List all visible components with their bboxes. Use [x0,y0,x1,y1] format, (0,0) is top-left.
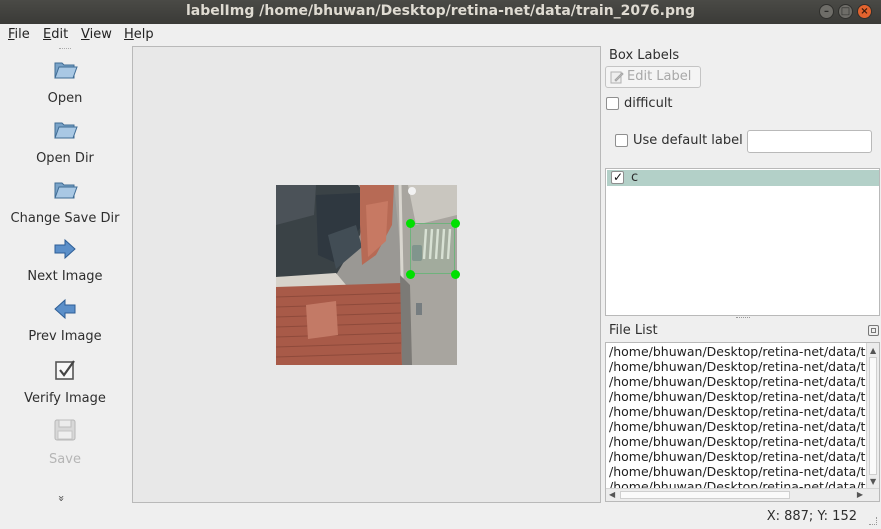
menu-file-label: ile [14,27,30,42]
change-save-dir-button[interactable]: Change Save Dir [0,176,130,228]
box-labels-title: Box Labels [609,48,680,63]
scroll-up-icon[interactable]: ▲ [870,346,876,355]
label-list[interactable]: ✓ c [605,168,880,316]
verify-image-button[interactable]: Verify Image [0,357,130,409]
file-list-title: File List [609,323,658,338]
menu-help-label: elp [133,27,154,42]
next-image-button[interactable]: Next Image [0,236,130,288]
horizontal-scrollbar[interactable]: ◀ ▶ [606,488,879,501]
list-item[interactable]: /home/bhuwan/Desktop/retina-net/data/tra [609,449,878,464]
edit-icon [610,71,624,84]
prev-image-label: Prev Image [28,329,102,344]
open-button[interactable]: Open [0,56,130,108]
scroll-left-icon[interactable]: ◀ [609,490,615,499]
float-dock-icon[interactable] [868,325,879,336]
default-label-input[interactable] [747,130,872,153]
verify-image-label: Verify Image [24,391,106,406]
difficult-checkbox[interactable] [606,97,619,110]
menu-help[interactable]: Help [124,27,154,42]
menu-edit[interactable]: Edit [43,27,68,42]
open-dir-button[interactable]: Open Dir [0,116,130,168]
splitter-handle[interactable] [736,317,750,320]
list-item[interactable]: /home/bhuwan/Desktop/retina-net/data/tra [609,434,878,449]
menu-view[interactable]: View [81,27,112,42]
prev-image-button[interactable]: Prev Image [0,296,130,348]
list-item[interactable]: /home/bhuwan/Desktop/retina-net/data/tra [609,359,878,374]
scroll-down-icon[interactable]: ▼ [870,477,876,486]
checkbox-icon [55,360,75,380]
floppy-disk-icon [54,419,76,441]
menu-file[interactable]: File [8,27,30,42]
use-default-label-checkbox[interactable] [615,134,628,147]
list-item[interactable]: /home/bhuwan/Desktop/retina-net/data/tra [609,374,878,389]
menu-help-mnemonic: H [124,27,134,42]
aerial-image [276,185,457,365]
folder-open-icon [54,62,78,79]
list-item[interactable]: /home/bhuwan/Desktop/retina-net/data/tra [609,344,878,359]
bbox-handle-top-right[interactable] [451,219,460,228]
use-default-label-text: Use default label [633,133,743,148]
next-image-label: Next Image [27,269,103,284]
image-canvas[interactable] [132,46,601,503]
bbox-handle-bottom-right[interactable] [451,270,460,279]
list-item[interactable]: /home/bhuwan/Desktop/retina-net/data/tra [609,464,878,479]
list-item[interactable]: ✓ c [607,170,879,186]
arrow-right-icon [54,238,76,260]
menu-bar: File Edit View Help [0,24,881,46]
list-item[interactable]: /home/bhuwan/Desktop/retina-net/data/tra [609,419,878,434]
scrollbar-thumb[interactable] [869,357,877,475]
save-button[interactable]: Save [0,417,130,469]
title-bar: – □ × labelImg /home/bhuwan/Desktop/reti… [0,0,881,24]
edit-label-text: Edit Label [627,69,692,84]
edit-label-button[interactable]: Edit Label [605,66,701,88]
arrow-left-icon [54,298,76,320]
horizontal-scrollbar-thumb[interactable] [620,491,790,499]
change-save-dir-label: Change Save Dir [10,211,120,226]
menu-view-mnemonic: V [81,27,90,42]
menu-edit-label: dit [51,27,69,42]
toolbar: Open Open Dir Change Save Dir Next Image [0,46,130,506]
check-icon: ✓ [613,170,624,184]
status-bar: X: 887; Y: 152 [0,506,881,529]
open-label: Open [47,91,83,106]
resize-grip[interactable] [869,517,877,525]
folder-open-icon [54,122,78,139]
toolbar-grip[interactable] [59,48,71,51]
menu-view-label: iew [89,27,112,42]
right-dock: Box Labels Edit Label difficult Use defa… [603,46,881,506]
app-window: – □ × labelImg /home/bhuwan/Desktop/reti… [0,0,881,529]
cursor-coordinates: X: 887; Y: 152 [766,509,857,524]
toolbar-extension-button[interactable]: » [55,495,68,502]
vertical-scrollbar[interactable]: ▲ ▼ [866,343,879,488]
menu-edit-mnemonic: E [43,27,52,42]
difficult-label: difficult [624,96,673,111]
save-label: Save [49,452,81,467]
bbox-handle-bottom-left[interactable] [406,270,415,279]
list-item[interactable]: /home/bhuwan/Desktop/retina-net/data/tra [609,404,878,419]
folder-open-icon [54,182,78,199]
label-name: c [631,170,639,185]
open-dir-label: Open Dir [36,151,94,166]
label-checkbox[interactable]: ✓ [611,170,624,184]
bbox-handle-top-left[interactable] [406,219,415,228]
file-list[interactable]: /home/bhuwan/Desktop/retina-net/data/tra… [605,342,880,502]
window-title: labelImg /home/bhuwan/Desktop/retina-net… [186,3,695,19]
scroll-right-icon[interactable]: ▶ [857,490,863,499]
list-item[interactable]: /home/bhuwan/Desktop/retina-net/data/tra [609,389,878,404]
bounding-box[interactable] [410,223,455,274]
